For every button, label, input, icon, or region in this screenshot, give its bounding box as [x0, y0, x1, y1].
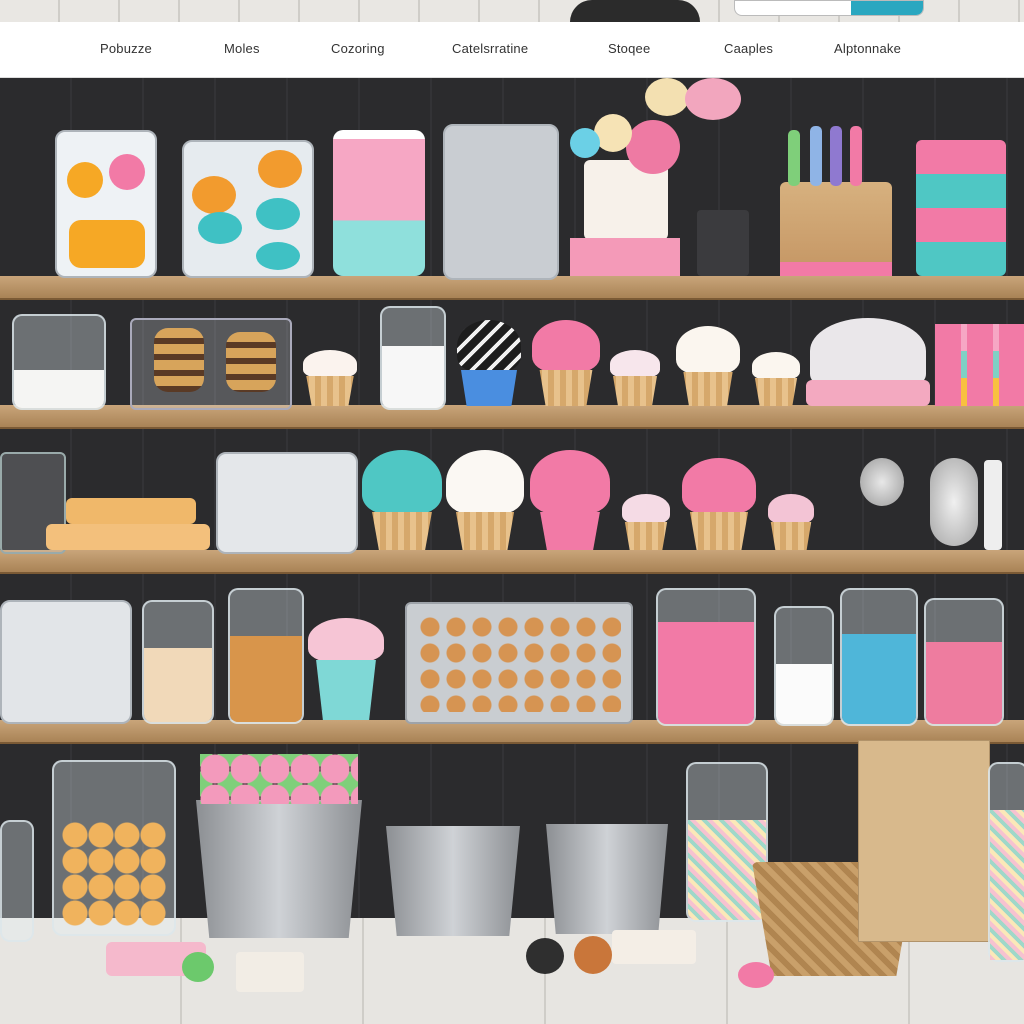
rose-sugar-jar[interactable] [924, 598, 1004, 726]
cookie-sample-tray[interactable] [405, 602, 633, 724]
stacked-liners[interactable] [916, 140, 1006, 276]
nav-item-alptonnake[interactable]: Alptonnake [834, 41, 901, 56]
nav-item-cozoring[interactable]: Cozoring [331, 41, 385, 56]
whisk-holder[interactable] [697, 210, 749, 276]
blue-sugar-jar[interactable] [840, 588, 918, 726]
floral-cake[interactable] [570, 114, 680, 276]
storage-boxes[interactable] [858, 740, 990, 942]
top-search-button[interactable] [851, 1, 923, 15]
candy-roses [200, 754, 358, 804]
spoon-bucket[interactable] [546, 824, 668, 934]
milk-jar[interactable] [380, 306, 446, 410]
fish-shape-mold[interactable] [182, 140, 314, 278]
cupcake-pink[interactable] [532, 320, 600, 406]
cookie-canister[interactable] [52, 760, 176, 936]
caramel-jar[interactable] [228, 588, 304, 724]
cupcake-rose[interactable] [682, 458, 756, 550]
nav-item-pobuzze[interactable]: Pobuzze [100, 41, 152, 56]
spatula-holder[interactable] [780, 126, 892, 276]
silicone-shape-mold[interactable] [55, 130, 157, 278]
balloon-cream [645, 78, 689, 116]
cookie-display-case[interactable] [130, 318, 292, 410]
cupcake-pink-swirl[interactable] [530, 450, 610, 550]
balloon-pink [685, 78, 741, 120]
nav-item-caaples[interactable]: Caaples [724, 41, 773, 56]
candy-bucket[interactable] [196, 800, 362, 938]
sugar-jar[interactable] [12, 314, 106, 410]
mini-cupcake[interactable] [303, 350, 357, 406]
confetti-jar[interactable] [686, 762, 768, 922]
cupcake-chocolate[interactable] [457, 320, 521, 406]
pink-candy-flower [738, 962, 774, 988]
cupcake-teal[interactable] [362, 450, 442, 550]
layer-cake[interactable] [46, 498, 210, 550]
metal-cavity-mold[interactable] [443, 124, 559, 280]
mini-cupcake-white[interactable] [752, 352, 800, 406]
mini-cupcake-sprinkle[interactable] [610, 350, 660, 406]
sugar-cubes [236, 952, 304, 992]
top-navigation: Pobuzze Moles Cozoring Catelsrratine Sto… [0, 22, 1024, 78]
cupcake-liner-pink[interactable] [308, 618, 384, 720]
white-bottle[interactable] [774, 606, 834, 726]
nav-item-stoqee[interactable]: Stoqee [608, 41, 650, 56]
side-jar[interactable] [988, 762, 1024, 962]
tools-bucket[interactable] [386, 826, 520, 936]
piping-bottle[interactable] [984, 460, 1002, 550]
sprinkle-ball[interactable] [860, 458, 904, 506]
nav-item-catelsrratine[interactable]: Catelsrratine [452, 41, 528, 56]
color-gel-tubes[interactable] [935, 324, 1024, 406]
dot-cavity-mold[interactable] [216, 452, 358, 554]
caramel-truffle [574, 936, 612, 974]
glitter-shaker[interactable] [930, 458, 978, 546]
cupcake-vanilla[interactable] [676, 326, 740, 406]
chocolate-truffle [526, 938, 564, 974]
top-search-pill[interactable] [734, 0, 924, 16]
mini-cupcake-berry[interactable] [622, 494, 670, 550]
pink-sugar-jar[interactable] [656, 588, 756, 726]
cat-cake-dome[interactable] [806, 318, 930, 406]
cookie-cutters[interactable] [612, 930, 696, 964]
left-jar[interactable] [0, 820, 34, 942]
shelf-3 [0, 550, 1024, 574]
nav-item-moles[interactable]: Moles [224, 41, 260, 56]
green-candy [182, 952, 214, 982]
lamp-icon [570, 0, 700, 22]
sprinkle-jar[interactable] [142, 600, 214, 724]
round-cavity-tray[interactable] [0, 600, 132, 724]
mini-cupcake-pink[interactable] [768, 494, 814, 550]
cupcake-white-swirl[interactable] [446, 450, 524, 550]
striped-baking-cup[interactable] [333, 130, 425, 276]
